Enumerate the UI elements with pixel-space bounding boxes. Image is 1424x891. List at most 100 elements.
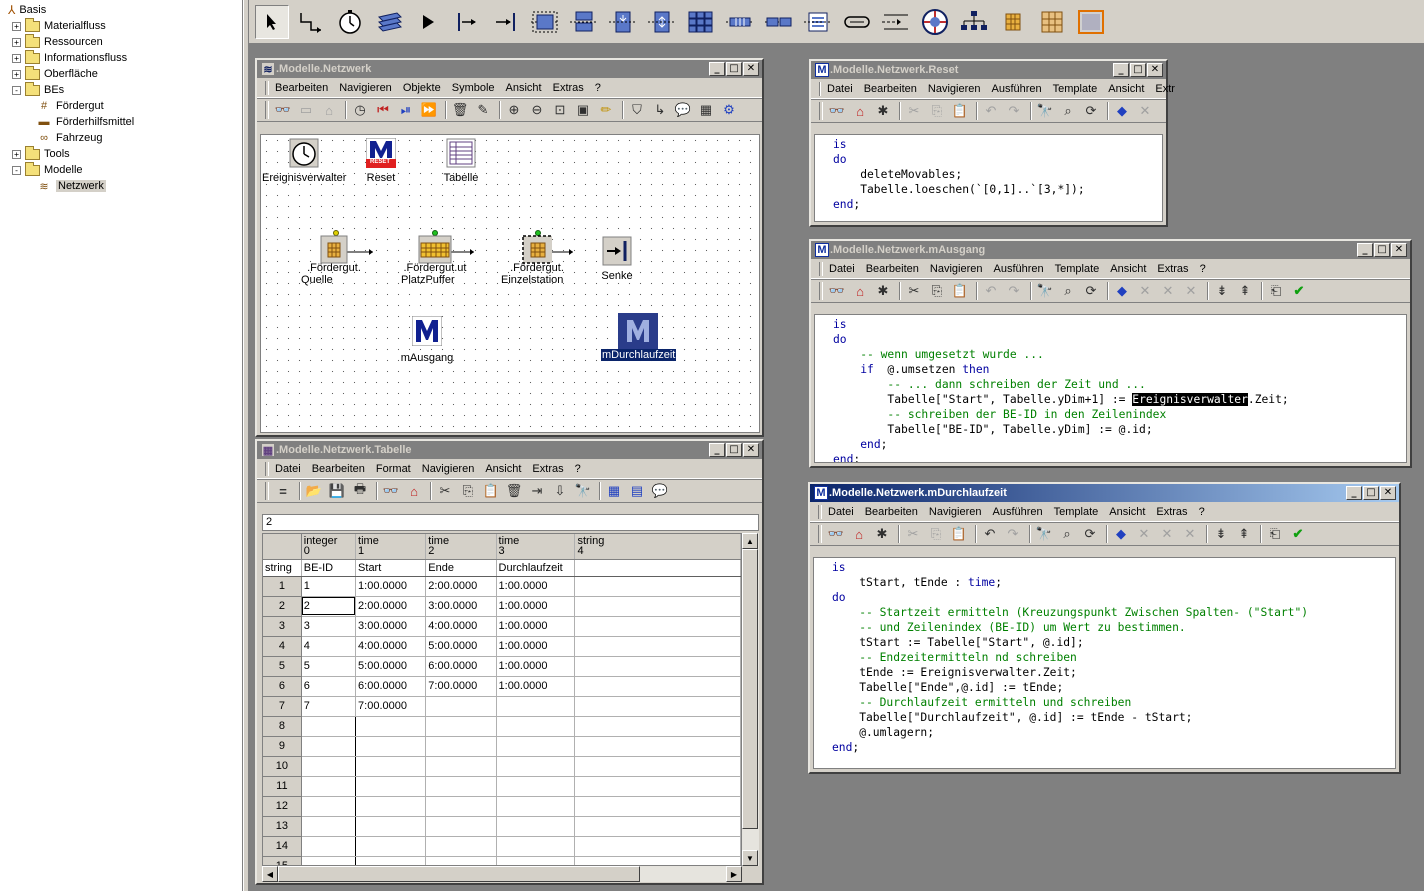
row-header[interactable]: 6 bbox=[263, 676, 302, 697]
table-cell[interactable] bbox=[496, 696, 576, 717]
grid-icon[interactable]: ▦ bbox=[696, 100, 716, 120]
zoom-out-icon[interactable]: ⊖ bbox=[527, 100, 547, 120]
cut-icon[interactable]: ✂ bbox=[903, 524, 923, 544]
reset-titlebar[interactable]: M .Modelle.Netzwerk.Reset _ □ ✕ bbox=[811, 61, 1166, 79]
screenshot-icon[interactable]: ▣ bbox=[573, 100, 593, 120]
column-name[interactable]: BE-ID bbox=[301, 559, 357, 577]
home-icon[interactable]: ⌂ bbox=[850, 281, 870, 301]
mausgang-menu-item[interactable]: Navigieren bbox=[930, 263, 983, 275]
network-menu-item[interactable]: Objekte bbox=[403, 82, 441, 94]
debug-step-icon[interactable]: ✕ bbox=[1135, 101, 1155, 121]
table-cell[interactable]: 1:00.0000 bbox=[496, 656, 576, 677]
tree-item[interactable]: ▬ Förderhilfsmittel bbox=[36, 114, 135, 130]
node-tabelle[interactable]: Tabelle bbox=[439, 138, 483, 184]
inherit-icon[interactable]: ⎗ bbox=[1265, 524, 1285, 544]
tree-item[interactable]: + Materialfluss bbox=[12, 17, 106, 34]
table-cell[interactable] bbox=[574, 776, 741, 797]
find-icon[interactable]: 🔭 bbox=[1035, 281, 1055, 301]
find-next-icon[interactable]: ⌕ bbox=[1057, 524, 1077, 544]
mdurchlaufzeit-menu-item[interactable]: Datei bbox=[828, 506, 854, 518]
debug-icon[interactable]: ✱ bbox=[873, 101, 893, 121]
delete-icon[interactable]: 🗑 bbox=[504, 481, 524, 501]
table-cell[interactable] bbox=[574, 856, 741, 865]
table-cell[interactable] bbox=[301, 716, 357, 737]
reset-code-editor[interactable]: is do deleteMovables; Tabelle.loeschen(`[… bbox=[814, 134, 1163, 222]
table-cell[interactable]: 3:00.0000 bbox=[355, 616, 427, 637]
table-cell[interactable] bbox=[301, 836, 357, 857]
table-cell[interactable]: 1:00.0000 bbox=[355, 576, 427, 597]
table-cell[interactable] bbox=[496, 856, 576, 865]
hierarchy-icon[interactable] bbox=[957, 5, 991, 39]
maximize-button[interactable]: □ bbox=[726, 62, 742, 76]
tree-item[interactable]: # Fördergut bbox=[36, 98, 104, 114]
mdurchlaufzeit-menu-item[interactable]: ? bbox=[1199, 506, 1205, 518]
minimize-button[interactable]: _ bbox=[709, 62, 725, 76]
row-header[interactable]: 10 bbox=[263, 756, 302, 777]
insert-row-icon[interactable]: ⇥ bbox=[527, 481, 547, 501]
table-menu-item[interactable]: Datei bbox=[275, 463, 301, 475]
row-header[interactable]: 8 bbox=[263, 716, 302, 737]
paste-icon[interactable]: 📋 bbox=[949, 524, 969, 544]
copy-icon[interactable]: ⎘ bbox=[927, 101, 947, 121]
track-icon[interactable] bbox=[879, 5, 913, 39]
minimize-button[interactable]: _ bbox=[709, 443, 725, 457]
close-button[interactable]: ✕ bbox=[743, 443, 759, 457]
find-icon[interactable]: 🔭 bbox=[573, 481, 593, 501]
table-cell[interactable] bbox=[425, 756, 497, 777]
tree-toggle-icon[interactable]: + bbox=[12, 69, 21, 79]
replace-icon[interactable]: ⟳ bbox=[1080, 524, 1100, 544]
tree-root[interactable]: ⅄ Basis bbox=[8, 2, 46, 18]
row-header[interactable]: 1 bbox=[263, 576, 302, 597]
table-cell[interactable]: 3:00.0000 bbox=[425, 596, 497, 617]
column-name[interactable] bbox=[574, 559, 741, 577]
network-menu-item[interactable]: Bearbeiten bbox=[275, 82, 328, 94]
table-cell[interactable]: 4 bbox=[301, 636, 357, 657]
network-canvas[interactable]: Ereignisverwalter RESET Reset Tabelle .F… bbox=[260, 134, 760, 433]
table-cell[interactable] bbox=[355, 816, 427, 837]
step-icon[interactable]: ⏯ bbox=[396, 100, 416, 120]
pointer-tool-button[interactable] bbox=[255, 4, 289, 39]
copy-icon[interactable]: ⎘ bbox=[927, 281, 947, 301]
delete-icon[interactable]: 🗑 bbox=[450, 100, 470, 120]
minimize-button[interactable]: _ bbox=[1113, 63, 1129, 77]
maximize-button[interactable]: □ bbox=[726, 443, 742, 457]
table-cell[interactable] bbox=[301, 856, 357, 865]
table-cell[interactable] bbox=[496, 716, 576, 737]
placebuffer-icon[interactable] bbox=[762, 5, 796, 39]
row-header[interactable]: 7 bbox=[263, 696, 302, 717]
table-cell[interactable] bbox=[425, 716, 497, 737]
table-cell[interactable]: 1 bbox=[301, 576, 357, 597]
table-cell[interactable] bbox=[301, 796, 357, 817]
debug-icon[interactable]: ✱ bbox=[873, 281, 893, 301]
reset-icon[interactable]: ⏮ bbox=[373, 100, 393, 120]
copy-icon[interactable]: ⎘ bbox=[458, 481, 478, 501]
maximize-button[interactable]: □ bbox=[1374, 243, 1390, 257]
row-header[interactable]: 11 bbox=[263, 776, 302, 797]
network-menu-item[interactable]: ? bbox=[595, 82, 601, 94]
table-cell[interactable] bbox=[355, 756, 427, 777]
table-cell[interactable] bbox=[425, 836, 497, 857]
reset-menu-item[interactable]: Bearbeiten bbox=[864, 83, 917, 95]
comment-icon[interactable]: 💬 bbox=[650, 481, 670, 501]
tree-toggle-icon[interactable]: + bbox=[12, 149, 21, 159]
store-icon[interactable] bbox=[684, 5, 718, 39]
table-cell[interactable] bbox=[574, 616, 741, 637]
table-cell[interactable] bbox=[425, 736, 497, 757]
clock-icon[interactable]: ◷ bbox=[350, 100, 370, 120]
mausgang-menu-item[interactable]: ? bbox=[1200, 263, 1206, 275]
table-cell[interactable] bbox=[355, 776, 427, 797]
eventcontroller-icon[interactable] bbox=[333, 5, 367, 39]
table-cell[interactable] bbox=[574, 756, 741, 777]
table-cell[interactable]: 4:00.0000 bbox=[355, 636, 427, 657]
scroll-up-arrow-icon[interactable]: ▲ bbox=[742, 533, 758, 549]
cut-icon[interactable]: ✂ bbox=[904, 101, 924, 121]
transporter-icon[interactable] bbox=[1074, 5, 1108, 39]
network-titlebar[interactable]: ≋ .Modelle.Netzwerk _ □ ✕ bbox=[257, 60, 762, 78]
table-menu-item[interactable]: Ansicht bbox=[485, 463, 521, 475]
table-cell[interactable] bbox=[425, 816, 497, 837]
row-header[interactable]: 5 bbox=[263, 656, 302, 677]
table-cell[interactable] bbox=[355, 736, 427, 757]
column-name[interactable]: Durchlaufzeit bbox=[496, 559, 576, 577]
dismantle-icon[interactable] bbox=[645, 5, 679, 39]
table-cell[interactable]: 1:00.0000 bbox=[496, 636, 576, 657]
